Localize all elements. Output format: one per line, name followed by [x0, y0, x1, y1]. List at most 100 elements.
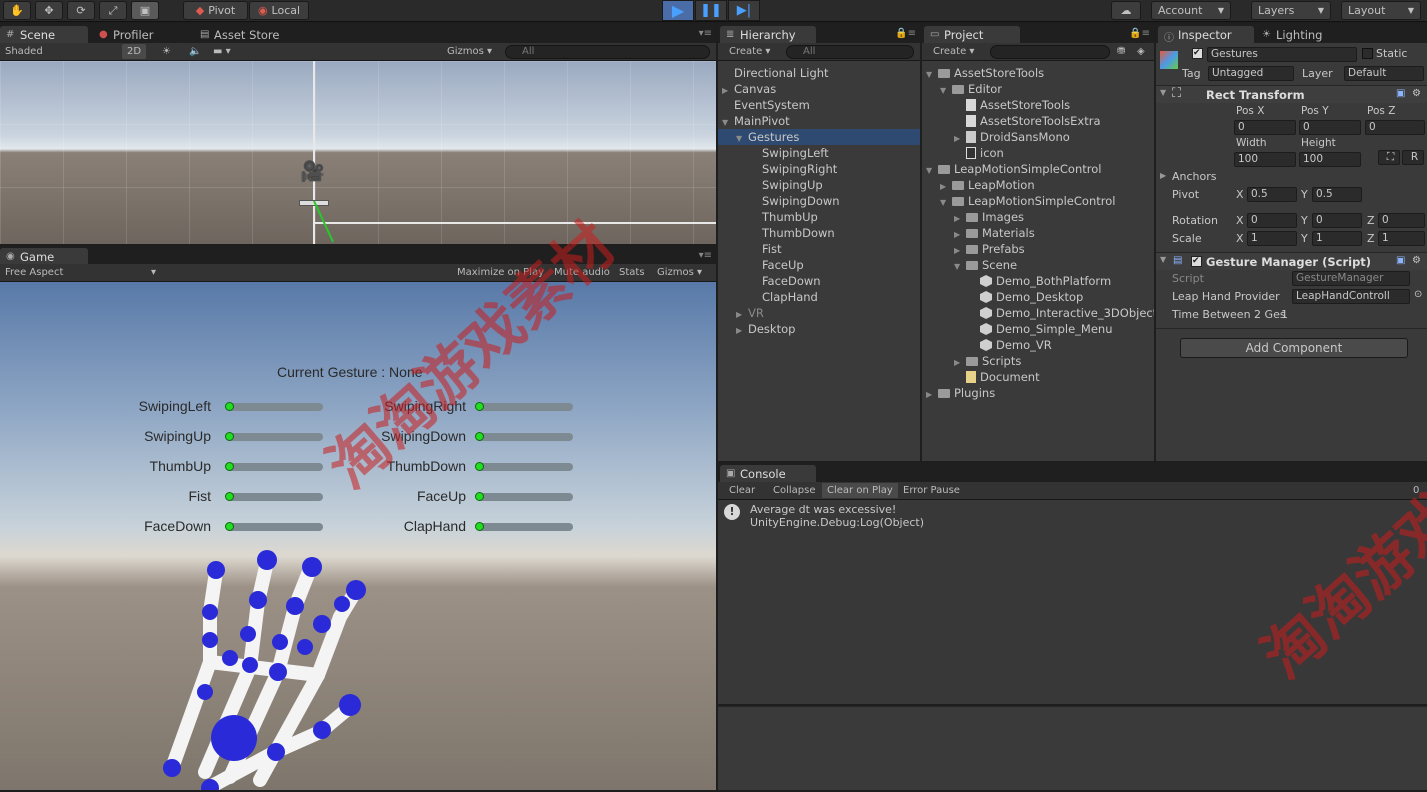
hierarchy-item[interactable]: ▶ Desktop — [718, 321, 920, 337]
project-item[interactable]: ▼ AssetStoreTools — [922, 65, 1044, 81]
pivot-x-field[interactable]: 0.5 — [1247, 187, 1297, 202]
rot-z-field[interactable]: 0 — [1378, 213, 1425, 228]
project-item[interactable]: ▶ DroidSansMono — [922, 129, 1070, 145]
gear-icon[interactable]: ⚙ — [1412, 88, 1421, 99]
move-tool-icon[interactable]: ✥ — [35, 1, 63, 20]
hierarchy-item[interactable]: SwipingLeft — [718, 145, 920, 161]
tab-console[interactable]: ▣ Console — [720, 465, 816, 483]
scale-y-field[interactable]: 1 — [1312, 231, 1362, 246]
tab-scene[interactable]: # Scene — [0, 26, 88, 44]
cloud-button[interactable]: ☁ — [1111, 1, 1141, 20]
time-between-field[interactable]: 1 — [1281, 308, 1288, 321]
hierarchy-item[interactable]: ThumbUp — [718, 209, 920, 225]
active-checkbox[interactable]: ✔ — [1192, 48, 1203, 59]
project-item[interactable]: ▶ Prefabs — [922, 241, 1025, 257]
help-icon[interactable]: ▣ — [1396, 255, 1405, 266]
project-item[interactable]: ▼ LeapMotionSimpleControl — [922, 161, 1101, 177]
rot-x-field[interactable]: 0 — [1247, 213, 1297, 228]
scale-tool-icon[interactable]: ⤢ — [99, 1, 127, 20]
rot-y-field[interactable]: 0 — [1312, 213, 1362, 228]
project-item[interactable]: ▼ LeapMotionSimpleControl — [922, 193, 1115, 209]
rotate-tool-icon[interactable]: ⟳ — [67, 1, 95, 20]
lock-icon[interactable]: 🔒≡ — [1129, 28, 1150, 39]
blueprint-button[interactable]: ⛶ — [1378, 150, 1400, 165]
scale-x-field[interactable]: 1 — [1247, 231, 1297, 246]
object-picker-icon[interactable]: ⊙ — [1414, 289, 1422, 300]
log-line-2[interactable]: UnityEngine.Debug:Log(Object) — [750, 516, 924, 529]
hierarchy-item[interactable]: SwipingRight — [718, 161, 920, 177]
hierarchy-item[interactable]: EventSystem — [718, 97, 920, 113]
camera-gizmo-icon[interactable]: 🎥 — [300, 159, 325, 183]
tab-project[interactable]: ▭ Project — [924, 26, 1020, 44]
scene-search-input[interactable]: All — [505, 45, 710, 59]
hierarchy-item[interactable]: SwipingDown — [718, 193, 920, 209]
layers-dropdown[interactable]: Layers ▼ — [1251, 1, 1331, 20]
project-item[interactable]: Demo_Desktop — [922, 289, 1083, 305]
project-item[interactable]: AssetStoreTools — [922, 97, 1070, 113]
expand-arrow-icon[interactable]: ▶ — [736, 323, 748, 339]
project-item[interactable]: Demo_VR — [922, 337, 1052, 353]
pos-z-field[interactable]: 0 — [1365, 120, 1425, 135]
object-name-field[interactable]: Gestures — [1207, 47, 1357, 62]
add-component-button[interactable]: Add Component — [1180, 338, 1408, 358]
gear-icon[interactable]: ⚙ — [1412, 255, 1421, 266]
step-button[interactable]: ▶| — [728, 0, 760, 21]
project-item[interactable]: ▶ Scripts — [922, 353, 1021, 369]
project-search-input[interactable] — [990, 45, 1110, 59]
hierarchy-item[interactable]: ▼ MainPivot — [718, 113, 920, 129]
project-item[interactable]: ▶ Plugins — [922, 385, 995, 401]
pause-button[interactable]: ❚❚ — [695, 0, 727, 21]
pivot-y-field[interactable]: 0.5 — [1312, 187, 1362, 202]
tab-hierarchy[interactable]: ≣ Hierarchy — [720, 26, 816, 44]
hierarchy-item[interactable]: ▶ VR — [718, 305, 920, 321]
panel-menu-icon[interactable]: ▾≡ — [699, 250, 712, 261]
rect-tool-icon[interactable]: ▣ — [131, 1, 159, 20]
hand-tool-icon[interactable]: ✋ — [3, 1, 31, 20]
provider-field[interactable]: LeapHandControll — [1292, 289, 1410, 304]
filter-type-icon[interactable]: ⛃ — [1112, 44, 1130, 59]
maximize-on-play-toggle[interactable]: Maximize on Play — [452, 265, 549, 280]
project-item[interactable]: ▼ Scene — [922, 257, 1017, 273]
hierarchy-item[interactable]: ThumbDown — [718, 225, 920, 241]
tab-profiler[interactable]: ● Profiler — [93, 26, 193, 44]
hierarchy-item[interactable]: ▶ Canvas — [718, 81, 920, 97]
layout-dropdown[interactable]: Layout ▼ — [1341, 1, 1421, 20]
lighting-toggle-icon[interactable]: ☀ — [157, 44, 176, 59]
hierarchy-item[interactable]: ClapHand — [718, 289, 920, 305]
log-line-1[interactable]: Average dt was excessive! — [750, 503, 896, 516]
console-collapse-toggle[interactable]: Collapse — [768, 483, 821, 498]
aspect-dropdown[interactable]: Free Aspect ▾ — [0, 265, 158, 280]
filter-label-icon[interactable]: ◈ — [1132, 44, 1150, 59]
project-item[interactable]: AssetStoreToolsExtra — [922, 113, 1101, 129]
panel-menu-icon[interactable]: ▾≡ — [699, 28, 712, 39]
console-clear-button[interactable]: Clear — [724, 483, 760, 498]
audio-toggle-icon[interactable]: 🔈 — [184, 44, 206, 59]
local-button[interactable]: ◉ Local — [249, 1, 309, 20]
hierarchy-search-input[interactable]: All — [786, 45, 914, 59]
hierarchy-item[interactable]: FaceDown — [718, 273, 920, 289]
pos-y-field[interactable]: 0 — [1299, 120, 1361, 135]
tab-inspector[interactable]: ⓘ Inspector — [1158, 26, 1254, 44]
project-item[interactable]: ▼ Editor — [922, 81, 1002, 97]
help-icon[interactable]: ▣ — [1396, 88, 1405, 99]
play-button[interactable]: ▶ — [662, 0, 694, 21]
width-field[interactable]: 100 — [1234, 152, 1296, 167]
hierarchy-create-dropdown[interactable]: Create ▾ — [724, 44, 775, 59]
tag-dropdown[interactable]: Untagged — [1208, 66, 1294, 81]
game-gizmos-dropdown[interactable]: Gizmos ▾ — [652, 265, 707, 280]
mute-audio-toggle[interactable]: Mute audio — [549, 265, 615, 280]
project-item[interactable]: Demo_Simple_Menu — [922, 321, 1113, 337]
project-item[interactable]: ▶ Images — [922, 209, 1024, 225]
hierarchy-item[interactable]: SwipingUp — [718, 177, 920, 193]
tab-lighting[interactable]: ☀ Lighting — [1256, 26, 1352, 44]
gesture-manager-header[interactable]: ▼ ▤ ✔ Gesture Manager (Script) ▣ ⚙ — [1156, 252, 1427, 270]
shading-dropdown[interactable]: Shaded — [0, 44, 48, 59]
stats-toggle[interactable]: Stats — [614, 265, 650, 280]
project-item[interactable]: ▶ Materials — [922, 225, 1035, 241]
project-item[interactable]: Demo_Interactive_3DObject — [922, 305, 1154, 321]
hierarchy-item[interactable]: ▼ Gestures — [718, 129, 920, 145]
anchors-label[interactable]: Anchors — [1172, 170, 1217, 183]
scene-viewport[interactable]: 🎥 — [0, 61, 716, 244]
effects-dropdown-icon[interactable]: ▬ ▾ — [208, 44, 236, 59]
rect-transform-header[interactable]: ▼ ⛶ Rect Transform ▣ ⚙ — [1156, 85, 1427, 103]
